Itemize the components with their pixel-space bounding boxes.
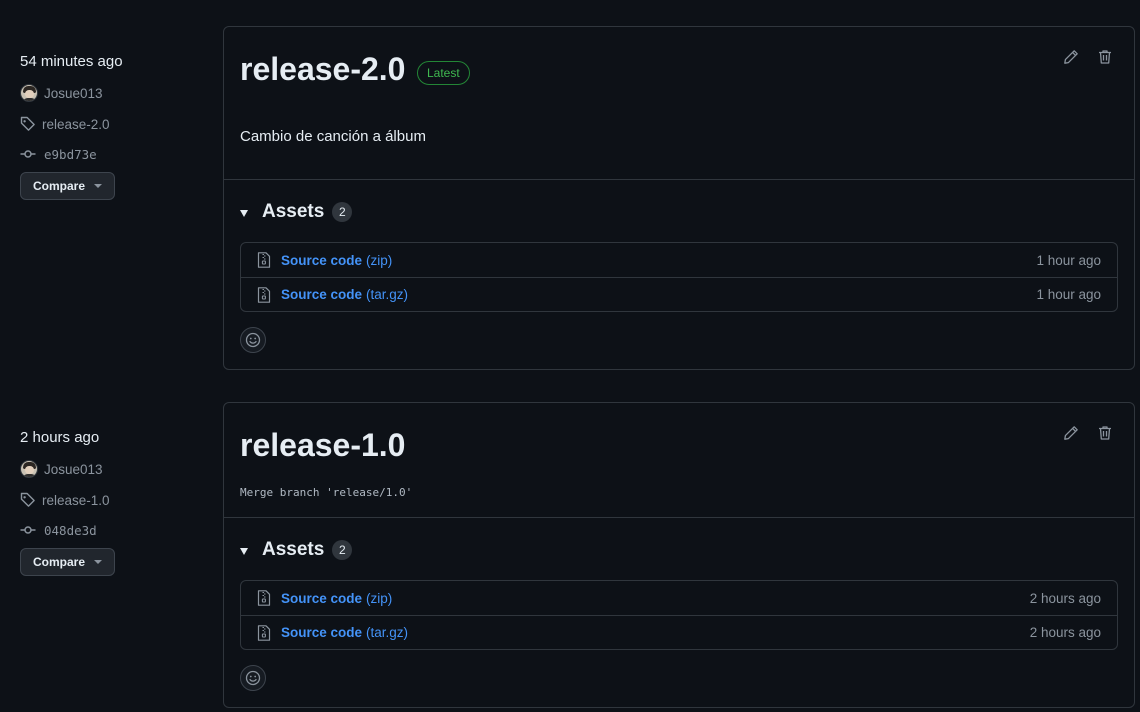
release-card: release-1.0 Merge branch 'release/1.0' A…	[223, 402, 1135, 708]
trash-icon	[1099, 50, 1111, 64]
list-item: Source code (zip) 1 hour ago	[241, 243, 1117, 277]
list-item: Source code (zip) 2 hours ago	[241, 581, 1117, 615]
asset-age: 1 hour ago	[1036, 287, 1101, 302]
commit-sha[interactable]: e9bd73e	[44, 147, 97, 162]
add-reaction-button[interactable]	[240, 327, 266, 353]
asset-ext[interactable]: (tar.gz)	[366, 625, 408, 640]
release-author[interactable]: Josue013	[20, 459, 103, 479]
add-reaction-button[interactable]	[240, 665, 266, 691]
tag-icon	[20, 116, 35, 131]
release-commit-link[interactable]: 048de3d	[20, 520, 97, 540]
caret-down-icon	[94, 560, 102, 564]
divider	[224, 517, 1134, 518]
caret-down-icon	[94, 184, 102, 188]
release-time[interactable]: 54 minutes ago	[20, 53, 123, 70]
asset-ext[interactable]: (tar.gz)	[366, 287, 408, 302]
asset-ext[interactable]: (zip)	[366, 253, 392, 268]
triangle-down-icon	[240, 209, 248, 217]
release-title[interactable]: release-2.0	[240, 51, 405, 88]
assets-toggle[interactable]: Assets 2	[240, 539, 353, 561]
tag-icon	[20, 492, 35, 507]
latest-badge: Latest	[417, 61, 470, 85]
delete-release-button[interactable]	[1095, 47, 1115, 67]
file-zip-icon	[257, 624, 271, 641]
compare-button[interactable]: Compare	[20, 172, 115, 200]
delete-release-button[interactable]	[1095, 423, 1115, 443]
list-item: Source code (tar.gz) 1 hour ago	[241, 277, 1117, 311]
release-author[interactable]: Josue013	[20, 83, 103, 103]
smiley-icon	[245, 670, 261, 686]
tag-name[interactable]: release-1.0	[42, 493, 110, 508]
divider	[224, 179, 1134, 180]
edit-release-button[interactable]	[1061, 47, 1081, 67]
release-commit-link[interactable]: e9bd73e	[20, 144, 97, 164]
compare-label: Compare	[33, 555, 86, 569]
asset-ext[interactable]: (zip)	[366, 591, 392, 606]
asset-link[interactable]: Source code	[281, 287, 362, 302]
assets-label: Assets	[262, 539, 325, 560]
assets-label: Assets	[262, 201, 325, 222]
asset-link[interactable]: Source code	[281, 253, 362, 268]
release-notes: Cambio de canción a álbum	[240, 128, 426, 145]
avatar[interactable]	[20, 460, 38, 478]
pencil-icon	[1064, 50, 1078, 64]
asset-link[interactable]: Source code	[281, 591, 362, 606]
file-zip-icon	[257, 286, 271, 303]
author-name[interactable]: Josue013	[44, 462, 103, 477]
commit-sha[interactable]: 048de3d	[44, 523, 97, 538]
assets-toggle[interactable]: Assets 2	[240, 201, 353, 223]
smiley-icon	[245, 332, 261, 348]
tag-name[interactable]: release-2.0	[42, 117, 110, 132]
assets-count: 2	[332, 540, 353, 560]
assets-count: 2	[332, 202, 353, 222]
release-notes: Merge branch 'release/1.0'	[240, 486, 413, 499]
release-tag-link[interactable]: release-1.0	[20, 490, 110, 510]
asset-link[interactable]: Source code	[281, 625, 362, 640]
assets-list: Source code (zip) 2 hours ago Source cod…	[240, 580, 1118, 650]
compare-button[interactable]: Compare	[20, 548, 115, 576]
file-zip-icon	[257, 252, 271, 268]
list-item: Source code (tar.gz) 2 hours ago	[241, 615, 1117, 649]
git-commit-icon	[20, 150, 36, 158]
trash-icon	[1099, 426, 1111, 440]
triangle-down-icon	[240, 547, 248, 555]
release-title[interactable]: release-1.0	[240, 427, 405, 464]
pencil-icon	[1064, 426, 1078, 440]
compare-label: Compare	[33, 179, 86, 193]
release-time[interactable]: 2 hours ago	[20, 429, 99, 446]
asset-age: 1 hour ago	[1036, 252, 1101, 268]
edit-release-button[interactable]	[1061, 423, 1081, 443]
asset-age: 2 hours ago	[1029, 590, 1101, 606]
avatar[interactable]	[20, 84, 38, 102]
author-name[interactable]: Josue013	[44, 86, 103, 101]
assets-list: Source code (zip) 1 hour ago Source code…	[240, 242, 1118, 312]
asset-age: 2 hours ago	[1029, 625, 1101, 640]
release-card: release-2.0 Latest Cambio de canción a á…	[223, 26, 1135, 370]
release-tag-link[interactable]: release-2.0	[20, 114, 110, 134]
file-zip-icon	[257, 590, 271, 606]
git-commit-icon	[20, 526, 36, 534]
